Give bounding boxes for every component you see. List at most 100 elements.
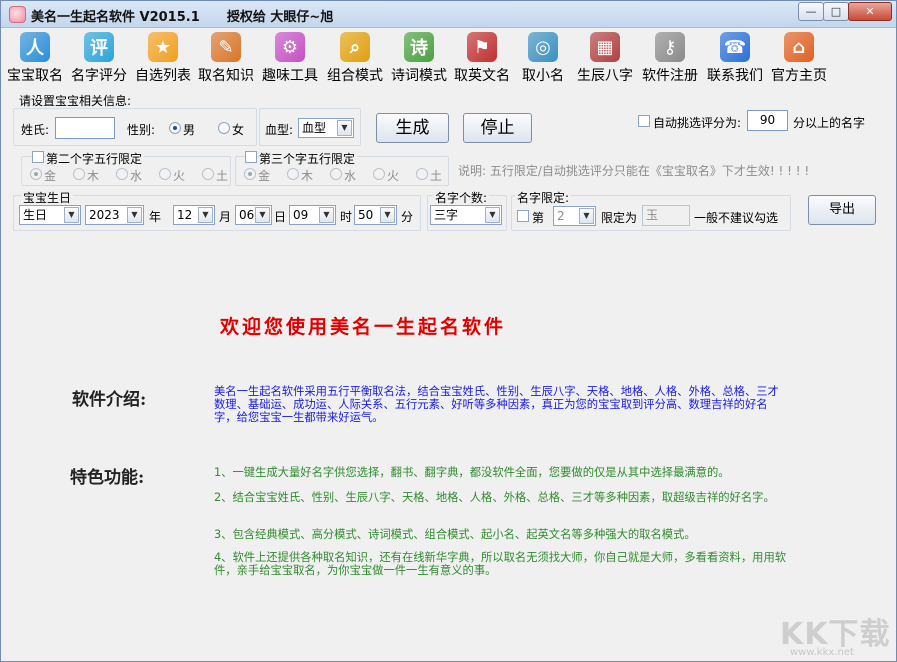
feature-item: 1、一键生成大量好名字供您选择，翻书、翻字典，都没软件全面，您要做的仅是从其中选…: [214, 466, 730, 479]
feature-item: 2、结合宝宝姓氏、性别、生辰八字、天格、地格、人格、外格、总格、三才等多种因素，…: [214, 491, 775, 504]
wuxing-radio[interactable]: [30, 168, 42, 180]
blood-type-value: 血型: [302, 121, 327, 135]
limit-position-select[interactable]: 2 ▼: [553, 206, 596, 226]
birth-day-value: 06: [239, 208, 255, 222]
toolbar-item-label: 名字评分: [71, 68, 127, 84]
toolbar-item[interactable]: ⌕ 组合模式: [324, 31, 386, 85]
baby-people-icon: 人: [20, 32, 50, 62]
month-unit: 月: [219, 210, 232, 224]
chevron-down-icon: ▼: [198, 207, 213, 223]
toolbar-item[interactable]: 评名字评分: [68, 31, 130, 85]
toolbar-item-label: 自选列表: [135, 68, 191, 84]
name-count-select[interactable]: 三字 ▼: [430, 205, 502, 225]
auto-pick-score-input[interactable]: 90: [747, 110, 788, 131]
wuxing-radio[interactable]: [244, 168, 256, 180]
feature-item: 4、软件上还提供各种取名知识，还有在线新华字典，所以取名无须找大师，你自己就是大…: [214, 551, 787, 577]
hour-unit: 时: [340, 210, 353, 224]
chevron-down-icon: ▼: [380, 207, 395, 223]
wuxing-radio[interactable]: [73, 168, 85, 180]
calendar-type-select[interactable]: 生日 ▼: [19, 205, 81, 225]
window-title: 美名一生起名软件 V2015.1 授权给 大眼仔~旭: [31, 10, 334, 25]
wuxing-option-label: 水: [344, 169, 357, 183]
surname-label: 姓氏:: [21, 123, 50, 137]
maximize-button[interactable]: □: [823, 2, 849, 21]
surname-input[interactable]: [55, 117, 115, 139]
toolbar-item[interactable]: ▦ 生辰八字: [574, 31, 636, 85]
gender-female-radio[interactable]: [218, 122, 230, 134]
toolbar-item[interactable]: 诗诗词模式: [389, 31, 449, 85]
year-unit: 年: [149, 210, 162, 224]
gender-male-radio[interactable]: [169, 122, 181, 134]
wuxing-option-label: 水: [130, 169, 143, 183]
toolbar-item-label: 取小名: [522, 68, 564, 84]
name-limit-checkbox[interactable]: [517, 210, 529, 222]
chevron-down-icon: ▼: [579, 208, 594, 224]
chevron-down-icon: ▼: [319, 207, 334, 223]
gender-female-label: 女: [232, 123, 245, 137]
birth-month-select[interactable]: 12 ▼: [173, 205, 215, 225]
magnifier-icon: ⌕: [340, 32, 370, 62]
flag-icon: ⚑: [467, 32, 497, 62]
close-button[interactable]: ✕: [848, 2, 892, 21]
gender-label: 性别:: [127, 123, 156, 137]
chevron-down-icon: ▼: [337, 120, 352, 136]
wuxing-option-label: 火: [387, 169, 400, 183]
toolbar-item[interactable]: ★ 自选列表: [133, 31, 193, 85]
name-limit-label: 名字限定:: [515, 189, 572, 206]
wuxing-radio[interactable]: [202, 168, 214, 180]
wuxing-third-checkbox[interactable]: [245, 151, 257, 163]
birth-year-select[interactable]: 2023 ▼: [85, 205, 144, 225]
calendar-type-value: 生日: [23, 208, 48, 222]
wuxing-option-label: 火: [173, 169, 186, 183]
wuxing-radio[interactable]: [287, 168, 299, 180]
note-text: 说明: 五行限定/自动挑选评分只能在《宝宝取名》下才生效! ! ! ! !: [458, 164, 810, 178]
wuxing-radio[interactable]: [373, 168, 385, 180]
toolbar-item[interactable]: ⚷ 软件注册: [639, 31, 701, 85]
title-bar[interactable]: 美名一生起名软件 V2015.1 授权给 大眼仔~旭 — □ ✕: [1, 1, 896, 28]
toolbar-item[interactable]: ⌂ 官方主页: [769, 31, 829, 85]
watermark-url: www.kkx.net: [790, 647, 854, 658]
toolbar-item-label: 联系我们: [707, 68, 763, 84]
intro-text: 美名一生起名软件采用五行平衡取名法，结合宝宝姓氏、性别、生辰八字、天格、地格、人…: [214, 385, 779, 424]
home-icon: ⌂: [784, 32, 814, 62]
birth-day-select[interactable]: 06 ▼: [235, 205, 272, 225]
wuxing-second-checkbox[interactable]: [32, 151, 44, 163]
toolbar-item[interactable]: 人宝宝取名: [5, 31, 65, 85]
wuxing-radio[interactable]: [416, 168, 428, 180]
stop-button[interactable]: 停止: [463, 113, 532, 143]
wuxing-radio[interactable]: [159, 168, 171, 180]
birth-hour-value: 09: [293, 208, 309, 222]
auto-pick-checkbox[interactable]: [638, 115, 650, 127]
toolbar-item[interactable]: ✎ 取名知识: [196, 31, 256, 85]
main-toolbar: 人宝宝取名评名字评分 ★ 自选列表 ✎ 取名知识 ⚙ 趣味工具 ⌕ 组合模式诗诗词模式 ⚑ 取英文名…: [5, 31, 893, 85]
wuxing-option-label: 土: [216, 169, 229, 183]
chevron-down-icon: ▼: [64, 207, 79, 223]
birth-hour-select[interactable]: 09 ▼: [289, 205, 336, 225]
contact-icon: ☎: [720, 32, 750, 62]
features-title: 特色功能:: [70, 468, 145, 488]
wuxing-radio[interactable]: [116, 168, 128, 180]
minimize-button[interactable]: —: [798, 2, 824, 21]
generate-button[interactable]: 生成: [376, 113, 449, 143]
minute-unit: 分: [401, 210, 414, 224]
app-window: 美名一生起名软件 V2015.1 授权给 大眼仔~旭 — □ ✕ 人宝宝取名评名…: [0, 0, 897, 662]
birth-minute-value: 50: [358, 208, 374, 222]
export-button[interactable]: 导出: [808, 195, 876, 225]
toolbar-item[interactable]: ⚑ 取英文名: [452, 31, 512, 85]
notebook-pen-icon: ✎: [211, 32, 241, 62]
toolbar-item-label: 取名知识: [198, 68, 254, 84]
toolbar-item-label: 生辰八字: [577, 68, 633, 84]
toolbar-item[interactable]: ◎ 取小名: [515, 31, 571, 85]
auto-pick-label: 自动挑选评分为:: [653, 116, 742, 130]
birth-minute-select[interactable]: 50 ▼: [354, 205, 397, 225]
welcome-heading: 欢迎您使用美名一生起名软件: [220, 316, 507, 338]
toolbar-item[interactable]: ☎ 联系我们: [704, 31, 766, 85]
star-list-icon: ★: [148, 32, 178, 62]
toolbar-item[interactable]: ⚙ 趣味工具: [259, 31, 321, 85]
chevron-down-icon: ▼: [255, 207, 270, 223]
limit-char-input[interactable]: 玉: [642, 205, 690, 226]
welcome-panel: 欢迎您使用美名一生起名软件 软件介绍: 美名一生起名软件采用五行平衡取名法，结合…: [2, 237, 895, 661]
blood-type-select[interactable]: 血型 ▼: [298, 118, 354, 138]
wuxing-radio[interactable]: [330, 168, 342, 180]
gear-icon: ⚙: [275, 32, 305, 62]
